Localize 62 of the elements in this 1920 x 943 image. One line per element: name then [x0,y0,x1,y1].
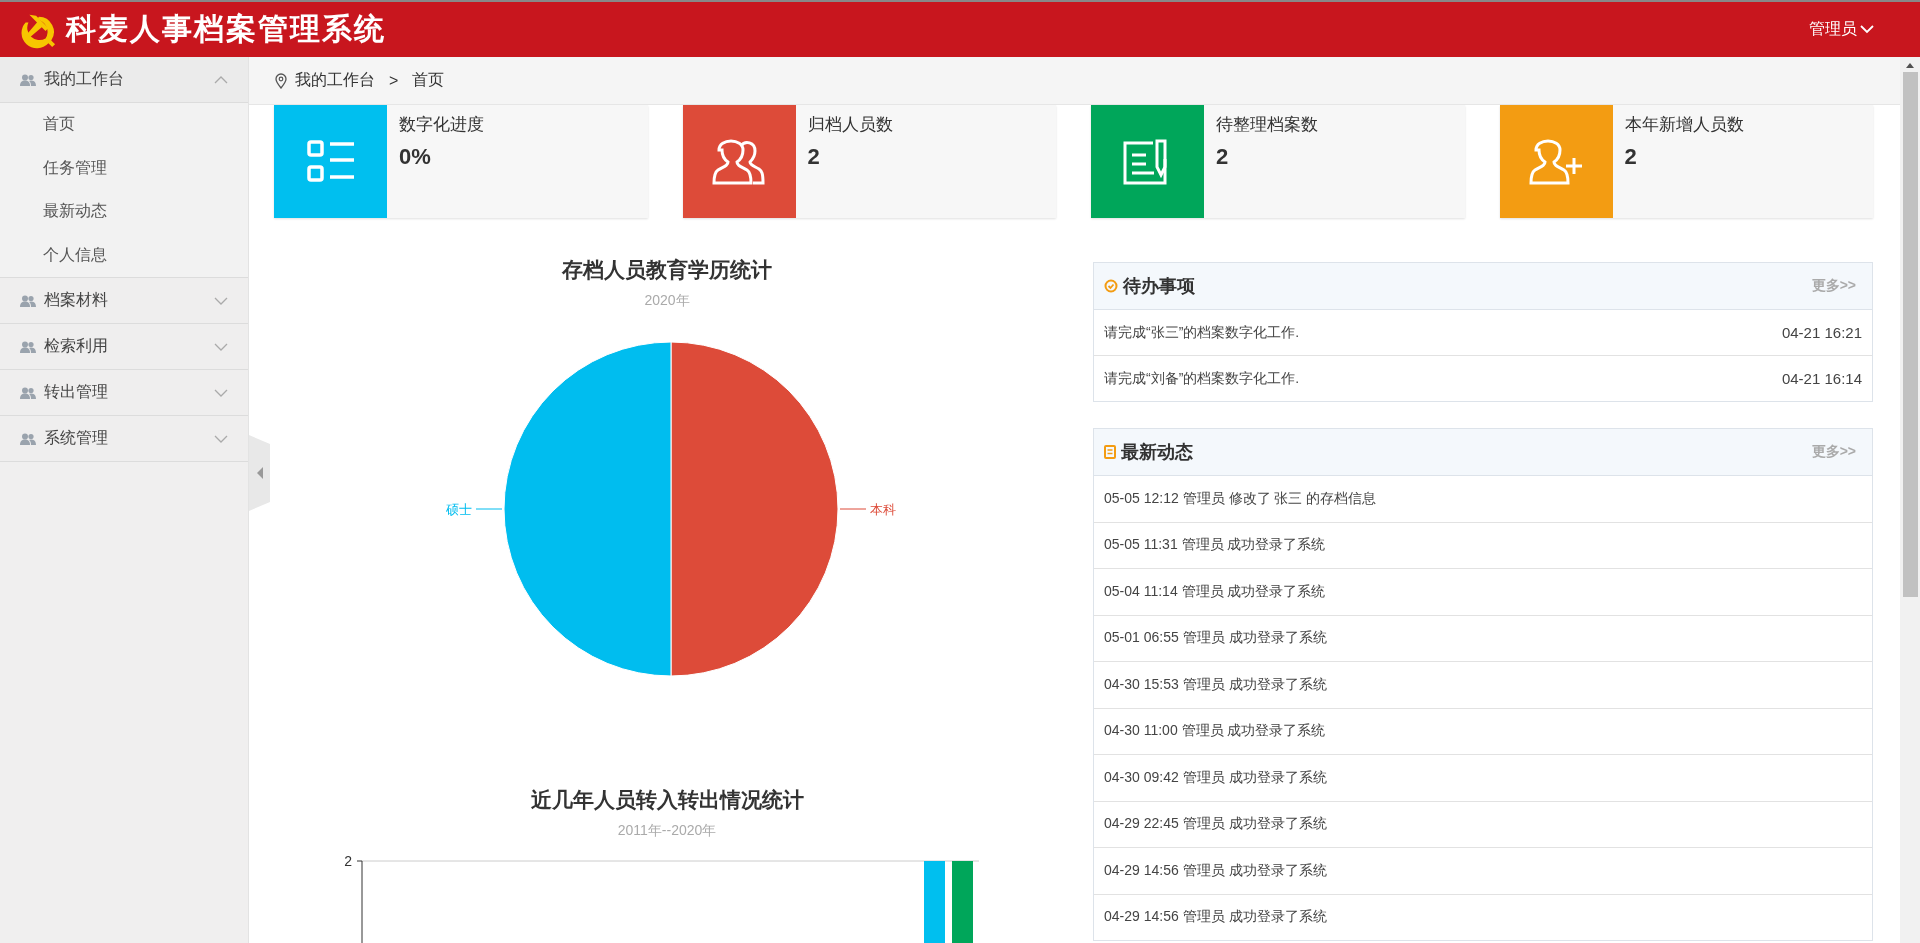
chart-title: 近几年人员转入转出情况统计 [530,787,804,813]
todo-text: 请完成“刘备”的档案数字化工作. [1104,369,1300,388]
breadcrumb-item[interactable]: 我的工作台 [295,70,375,91]
activity-text: 05-01 06:55 管理员 成功登录了系统 [1104,629,1327,648]
activity-text: 05-04 11:14 管理员 成功登录了系统 [1104,582,1326,601]
chart-subtitle: 2011年--2020年 [617,822,717,840]
panel-title: 待办事项 [1123,275,1195,298]
activity-text: 04-29 14:56 管理员 成功登录了系统 [1104,861,1327,880]
chart-subtitle: 2020年 [644,292,690,310]
chevron-down-icon [214,388,228,397]
activity-text: 05-05 11:31 管理员 成功登录了系统 [1104,536,1326,555]
stat-value: 2 [807,144,821,170]
scroll-up-arrow-icon[interactable] [1906,63,1914,68]
scrollbar[interactable] [1900,57,1920,943]
activity-text: 04-30 11:00 管理员 成功登录了系统 [1104,722,1326,741]
axis-tick-label: 2 [344,853,352,869]
leader-line [839,508,867,510]
chevron-down-icon [214,434,228,443]
chevron-down-icon [1860,25,1874,34]
notepad-icon [1104,445,1116,459]
chevron-down-icon [214,342,228,351]
sidebar-item[interactable]: 最新动态 [0,190,248,234]
users-icon [20,73,36,86]
todo-text: 请完成“张三”的档案数字化工作. [1104,323,1300,342]
pie-label: 本科 [870,502,896,517]
chart-title: 存档人员教育学历统计 [562,257,772,283]
leader-line [475,508,503,510]
sidebar-item[interactable]: 首页 [0,103,248,147]
users-icon [20,340,36,353]
user-menu[interactable]: 管理员 [1803,18,1880,41]
activity-text: 04-30 09:42 管理员 成功登录了系统 [1104,768,1327,787]
activity-text: 04-29 14:56 管理员 成功登录了系统 [1104,908,1327,927]
activity-text: 04-30 15:53 管理员 成功登录了系统 [1104,675,1327,694]
breadcrumb-item: 首页 [412,70,445,90]
activity-text: 05-05 12:12 管理员 修改了 张三 的存档信息 [1104,489,1377,508]
stat-value: 0% [399,144,432,170]
stat-label: 本年新增人员数 [1624,114,1744,136]
location-pin-icon [275,72,287,89]
pie-label: 硕士 [446,502,472,517]
stat-label: 待整理档案数 [1216,114,1318,136]
chevron-up-icon [214,75,228,84]
check-circle-icon [1104,279,1118,293]
stat-label: 归档人员数 [807,114,893,136]
list-icon [305,138,356,185]
chevron-down-icon [214,296,228,305]
activity-text: 04-29 22:45 管理员 成功登录了系统 [1104,815,1327,834]
user-plus-icon [1528,137,1584,186]
stat-value: 2 [1624,144,1638,170]
users-icon [20,386,36,399]
breadcrumb-separator: > [389,71,399,90]
users-icon [20,432,36,445]
sidebar-group[interactable]: 我的工作台 [0,57,248,103]
stat-value: 2 [1216,144,1230,170]
panel-title: 最新动态 [1121,441,1193,464]
todo-time: 04-21 16:21 [1781,324,1862,341]
app-title: 科麦人事档案管理系统 [66,11,386,47]
stat-label: 数字化进度 [399,114,484,136]
sidebar-item[interactable]: 任务管理 [0,146,248,190]
todo-time: 04-21 16:14 [1781,370,1862,387]
people-icon [711,137,767,186]
sidebar-item[interactable]: 个人信息 [0,233,248,277]
users-icon [20,294,36,307]
